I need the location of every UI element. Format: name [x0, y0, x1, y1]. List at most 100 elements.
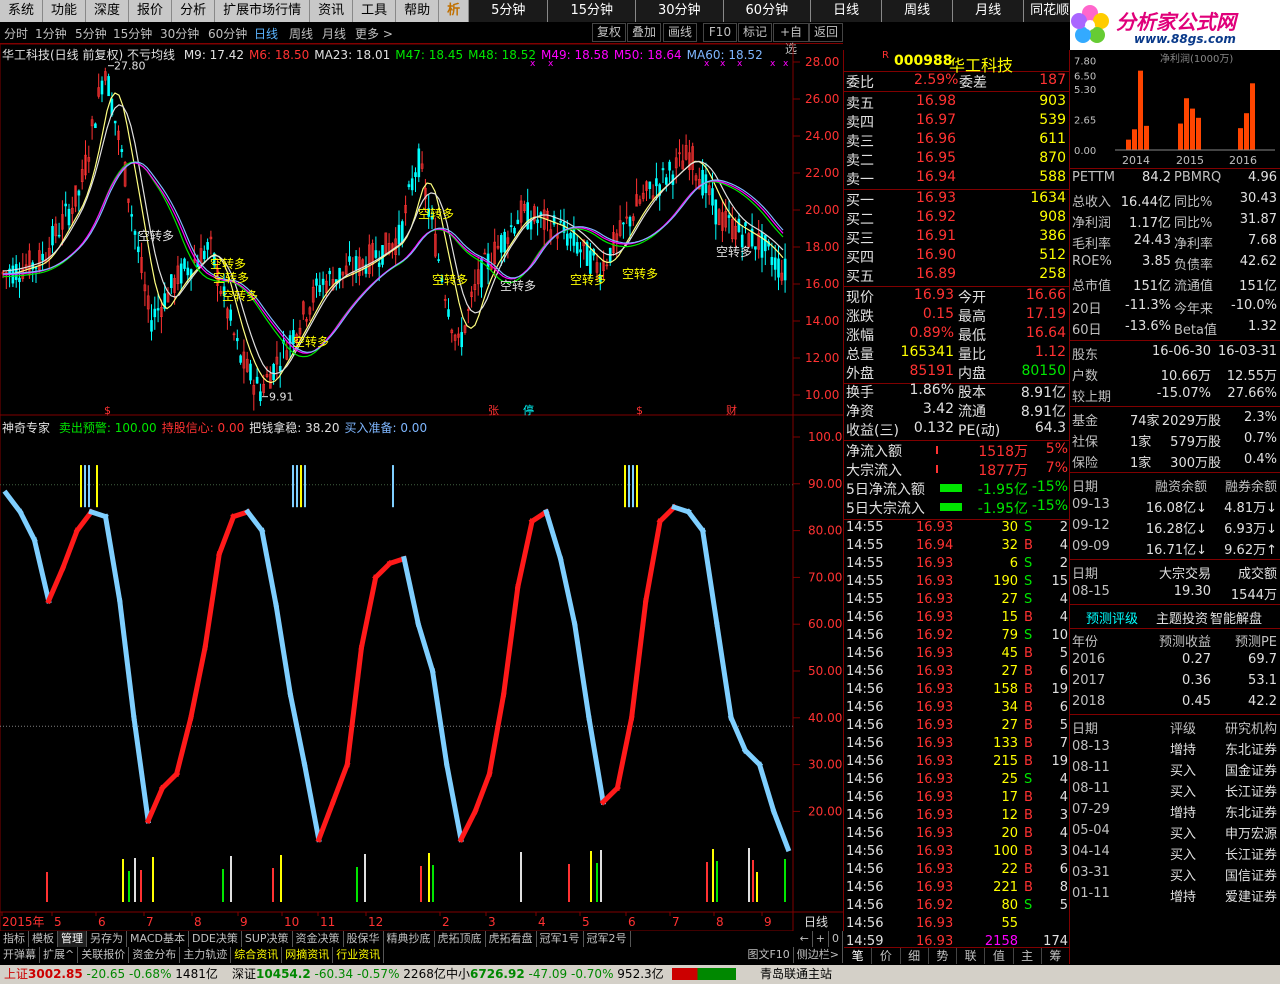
menu-item-6[interactable]: 资讯 — [310, 0, 354, 22]
tick-volume: 20 — [1001, 826, 1018, 841]
index-sz[interactable]: 深证10454.2 -60.34 -0.57% 2268亿 — [232, 965, 446, 984]
menu-item-4[interactable]: 分析 — [172, 0, 216, 22]
info-tab-7[interactable]: 行业资讯 — [333, 947, 385, 963]
info-tab-4[interactable]: 主力轨迹 — [180, 947, 232, 963]
period-tab-3[interactable]: 60分钟 — [723, 0, 812, 22]
f10-tab-1[interactable]: 主题投资 — [1156, 608, 1208, 627]
period-tab-4[interactable]: 日线 — [811, 0, 883, 22]
indicator-tab-7[interactable]: 资金决策 — [293, 931, 344, 947]
indicator-tab-4[interactable]: MACD基本 — [127, 931, 189, 947]
toolbar-period-2[interactable]: 5分钟 — [75, 25, 107, 42]
indicator-tab-6[interactable]: SUP决策 — [242, 931, 293, 947]
info-tab-3[interactable]: 资金分布 — [129, 947, 181, 963]
finance-label: 20日 — [1072, 302, 1102, 317]
toolbar-period-7[interactable]: 周线 — [289, 25, 313, 42]
bid-row[interactable]: 买五 16.89 258 — [844, 266, 1070, 285]
f10-tab-0[interactable]: 预测评级 — [1086, 608, 1138, 627]
bid-row[interactable]: 买三 16.91 386 — [844, 228, 1070, 247]
holder-value: 12.55万 — [1226, 369, 1277, 384]
menu-item-7[interactable]: 工具 — [353, 0, 397, 22]
ask-row[interactable]: 卖二 16.95 870 — [844, 150, 1070, 169]
info-tab-6[interactable]: 网摘资讯 — [282, 947, 334, 963]
toolbar-button-5[interactable]: +自选 — [773, 23, 809, 56]
quote-tab-6[interactable]: 主 — [1014, 948, 1042, 964]
toolbar-button-4[interactable]: 标记 — [738, 23, 772, 42]
toolbar-button-6[interactable]: 返回 — [809, 23, 843, 42]
toolbar-button-3[interactable]: F10 — [703, 23, 737, 42]
weibi-label: 委比 — [846, 75, 874, 91]
chart-canvas[interactable]: 28.00 26.00 24.00 22.00 20.00 18.00 16.00 14.00… — [0, 33, 843, 932]
stat-label: 流通 — [958, 404, 986, 420]
indicator-tab-1[interactable]: 模板 — [29, 931, 58, 947]
toolbar-button-1[interactable]: 叠加 — [627, 23, 661, 42]
info-tab-right-1[interactable]: 侧边栏> — [794, 947, 843, 963]
toolbar-period-3[interactable]: 15分钟 — [113, 25, 152, 42]
quote-tab-4[interactable]: 联 — [957, 948, 986, 964]
menu-item-8[interactable]: 帮助 — [396, 0, 440, 22]
info-tab-2[interactable]: 关联报价 — [78, 947, 130, 963]
f10-block-row: 日期 大宗交易 成交额 — [1070, 561, 1280, 582]
menu-item-1[interactable]: 功能 — [43, 0, 87, 22]
tick-count: 5 — [1059, 898, 1068, 913]
menu-item-9[interactable]: 析 — [439, 0, 470, 22]
indicator-tab-10[interactable]: 虎拓顶底 — [435, 931, 486, 947]
period-tab-0[interactable]: 5分钟 — [469, 0, 549, 22]
tab-nav-1[interactable]: + — [813, 931, 829, 947]
quote-tab-1[interactable]: 价 — [872, 948, 901, 964]
toolbar-period-5[interactable]: 60分钟 — [208, 25, 247, 42]
info-tab-right-0[interactable]: 图文F10 — [744, 947, 794, 963]
indicator-tab-5[interactable]: DDE决策 — [189, 931, 242, 947]
tick-count: 19 — [1051, 754, 1068, 769]
tab-nav-0[interactable]: ← — [797, 931, 813, 947]
index-zx[interactable]: 中小6726.92 -47.09 -0.70% 952.3亿 — [446, 965, 664, 984]
period-tab-7[interactable]: 同花顺 — [1024, 0, 1077, 22]
ask-row[interactable]: 卖三 16.96 611 — [844, 131, 1070, 150]
f10-finance-row: 净利润 1.17亿 同比% 31.87 — [1070, 210, 1280, 231]
bid-row[interactable]: 买二 16.92 908 — [844, 209, 1070, 228]
toolbar-period-0[interactable]: 分时 — [4, 25, 28, 42]
indicator-tab-8[interactable]: 股保华 — [344, 931, 384, 947]
indicator-tab-13[interactable]: 冠军2号 — [584, 931, 631, 947]
weicha-label: 委差 — [959, 75, 987, 91]
bid-row[interactable]: 买四 16.90 512 — [844, 247, 1070, 266]
period-tab-5[interactable]: 周线 — [882, 0, 954, 22]
toolbar-button-0[interactable]: 复权 — [592, 23, 626, 42]
menu-item-5[interactable]: 扩展市场行情 — [215, 0, 311, 22]
period-tab-6[interactable]: 月线 — [953, 0, 1025, 22]
ask-row[interactable]: 卖一 16.94 588 — [844, 169, 1070, 188]
info-tab-5[interactable]: 综合资讯 — [231, 947, 283, 963]
quote-tab-5[interactable]: 值 — [985, 948, 1014, 964]
toolbar-period-6[interactable]: 日线 — [254, 25, 278, 42]
quote-tab-2[interactable]: 细 — [901, 948, 929, 964]
indicator-tab-0[interactable]: 指标 — [0, 931, 29, 947]
indicator-tab-3[interactable]: 另存为 — [87, 931, 127, 947]
info-tab-0[interactable]: 开弹幕 — [0, 947, 40, 963]
index-sh[interactable]: 上证3002.85 -20.65 -0.68% 1481亿 — [4, 965, 218, 984]
tick-count: 4 — [1059, 826, 1068, 841]
ask-row[interactable]: 卖五 16.98 903 — [844, 93, 1070, 112]
toolbar-period-9[interactable]: 更多 > — [355, 25, 393, 42]
quote-tab-3[interactable]: 势 — [929, 948, 957, 964]
tick-side: B — [1024, 862, 1033, 877]
period-tab-2[interactable]: 30分钟 — [635, 0, 724, 22]
toolbar-period-4[interactable]: 30分钟 — [160, 25, 199, 42]
indicator-tab-11[interactable]: 虎拓看盘 — [486, 931, 537, 947]
menu-item-0[interactable]: 系统 — [0, 0, 44, 22]
chart-area[interactable]: 28.00 26.00 24.00 22.00 20.00 18.00 16.00 14.00… — [0, 33, 843, 932]
quote-tab-0[interactable]: 笔 — [844, 948, 873, 964]
indicator-tab-12[interactable]: 冠军1号 — [537, 931, 584, 947]
period-tab-1[interactable]: 15分钟 — [548, 0, 636, 22]
tab-nav-2[interactable]: 0 — [829, 931, 843, 947]
ask-row[interactable]: 卖四 16.97 539 — [844, 112, 1070, 131]
menu-item-3[interactable]: 报价 — [129, 0, 173, 22]
info-tab-1[interactable]: 扩展^ — [40, 947, 79, 963]
toolbar-period-8[interactable]: 月线 — [322, 25, 346, 42]
indicator-tab-9[interactable]: 精典抄底 — [384, 931, 435, 947]
f10-tab-2[interactable]: 智能解盘 — [1210, 608, 1262, 627]
indicator-tab-2[interactable]: 管理 — [58, 931, 87, 947]
toolbar-button-2[interactable]: 画线 — [663, 23, 697, 42]
menu-item-2[interactable]: 深度 — [86, 0, 130, 22]
bid-row[interactable]: 买一 16.93 1634 — [844, 190, 1070, 209]
toolbar-period-1[interactable]: 1分钟 — [35, 25, 67, 42]
quote-tab-7[interactable]: 筹 — [1042, 948, 1070, 964]
